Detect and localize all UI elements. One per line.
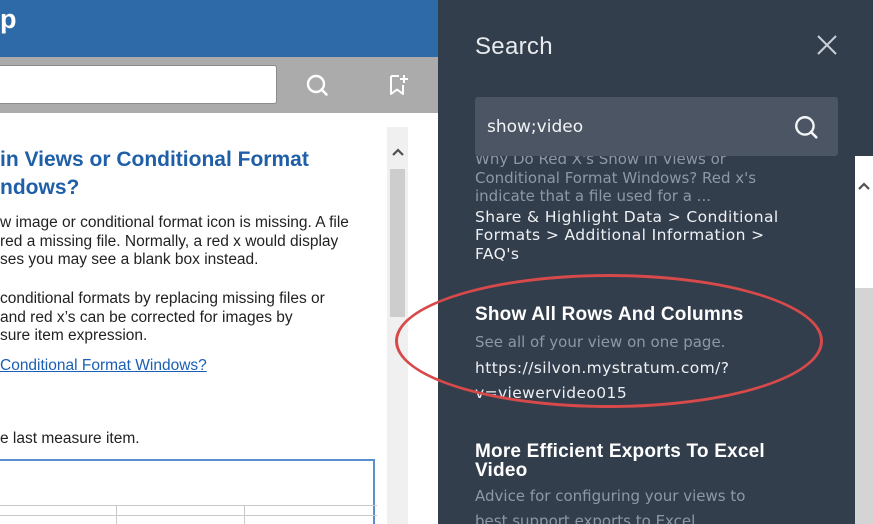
search-result[interactable]: Show All Rows And Columns See all of you…	[475, 305, 815, 403]
result-url-line: https://silvon.mystratum.com/?	[475, 358, 730, 377]
close-icon	[817, 35, 837, 55]
help-header: p	[0, 0, 438, 57]
help-header-title: p	[0, 4, 17, 34]
screenshot-gridline	[0, 515, 377, 516]
search-button[interactable]	[789, 111, 823, 143]
article-line: conditional formats by replacing missing…	[0, 290, 325, 307]
scroll-up-button[interactable]	[855, 176, 873, 196]
help-viewer: p in Views or Conditional Format ndows? …	[0, 0, 438, 524]
article-paragraph: conditional formats by replacing missing…	[0, 290, 325, 346]
help-search-input[interactable]	[0, 65, 277, 104]
article-line: w image or conditional format icon is mi…	[0, 214, 349, 231]
screenshot-gridline	[116, 506, 117, 524]
article-link[interactable]: Conditional Format Windows?	[0, 357, 207, 375]
article-title: in Views or Conditional Format ndows?	[0, 146, 372, 202]
scroll-thumb[interactable]	[855, 288, 873, 524]
result-title-line[interactable]: Video	[475, 461, 815, 480]
search-icon	[306, 74, 328, 96]
chevron-up-icon	[858, 182, 870, 190]
search-results: Why Do Red X's Show in Views or Conditio…	[438, 156, 855, 524]
article-line: ses you may see a blank box instead.	[0, 251, 259, 268]
result-description-line: best support exports to Excel.	[475, 512, 701, 524]
result-path-line: Formats > Additional Information >	[475, 226, 765, 244]
screenshot-gridline	[244, 506, 245, 524]
search-drawer: Search Why Do Red X's Show in Views or C…	[438, 0, 873, 524]
help-toolbar	[0, 57, 438, 113]
result-snippet-line: Why Do Red X's Show in Views or	[475, 156, 726, 168]
add-bookmark-icon	[390, 75, 408, 95]
article-scrollbar[interactable]	[387, 127, 408, 524]
scroll-up-button[interactable]	[387, 141, 408, 163]
article-paragraph: e last measure item.	[0, 430, 140, 447]
article-paragraph: w image or conditional format icon is mi…	[0, 214, 349, 270]
drawer-title: Search	[475, 33, 553, 60]
add-bookmark-button[interactable]	[381, 70, 415, 100]
search-box	[475, 97, 838, 156]
article-line: sure item expression.	[0, 327, 148, 344]
search-result[interactable]: Why Do Red X's Show in Views or Conditio…	[475, 156, 815, 263]
close-button[interactable]	[812, 30, 842, 60]
search-input[interactable]	[487, 97, 787, 156]
result-snippet-line: Conditional Format Windows? Red x's	[475, 168, 757, 187]
results-list: Why Do Red X's Show in Views or Conditio…	[475, 156, 815, 524]
search-result[interactable]: More Efficient Exports To Excel Video Ad…	[475, 442, 815, 524]
result-description: See all of your view on one page.	[475, 333, 726, 351]
result-description-line: Advice for configuring your views to	[475, 486, 746, 505]
screenshot-gridline	[0, 505, 377, 506]
help-article: in Views or Conditional Format ndows? w …	[0, 113, 388, 524]
search-icon	[795, 116, 818, 139]
result-title[interactable]: Show All Rows And Columns	[475, 305, 815, 324]
embedded-screenshot	[0, 459, 377, 524]
result-path-line: FAQ's	[475, 244, 520, 263]
article-line: red a missing file. Normally, a red x wo…	[0, 232, 339, 250]
result-snippet-line: indicate that a file used for a ...	[475, 187, 711, 205]
article-title-line: ndows?	[0, 176, 80, 199]
result-path-line: Share & Highlight Data > Conditional	[475, 207, 779, 226]
help-search-button[interactable]	[300, 70, 334, 100]
scroll-thumb[interactable]	[390, 169, 405, 317]
article-title-line: in Views or Conditional Format	[0, 148, 309, 171]
chevron-up-icon	[391, 148, 404, 156]
results-scrollbar[interactable]	[855, 156, 873, 524]
result-url-line: v=viewervideo015	[475, 384, 628, 402]
result-title-line[interactable]: More Efficient Exports To Excel	[475, 442, 815, 461]
article-line: and red x’s can be corrected for images …	[0, 308, 293, 326]
